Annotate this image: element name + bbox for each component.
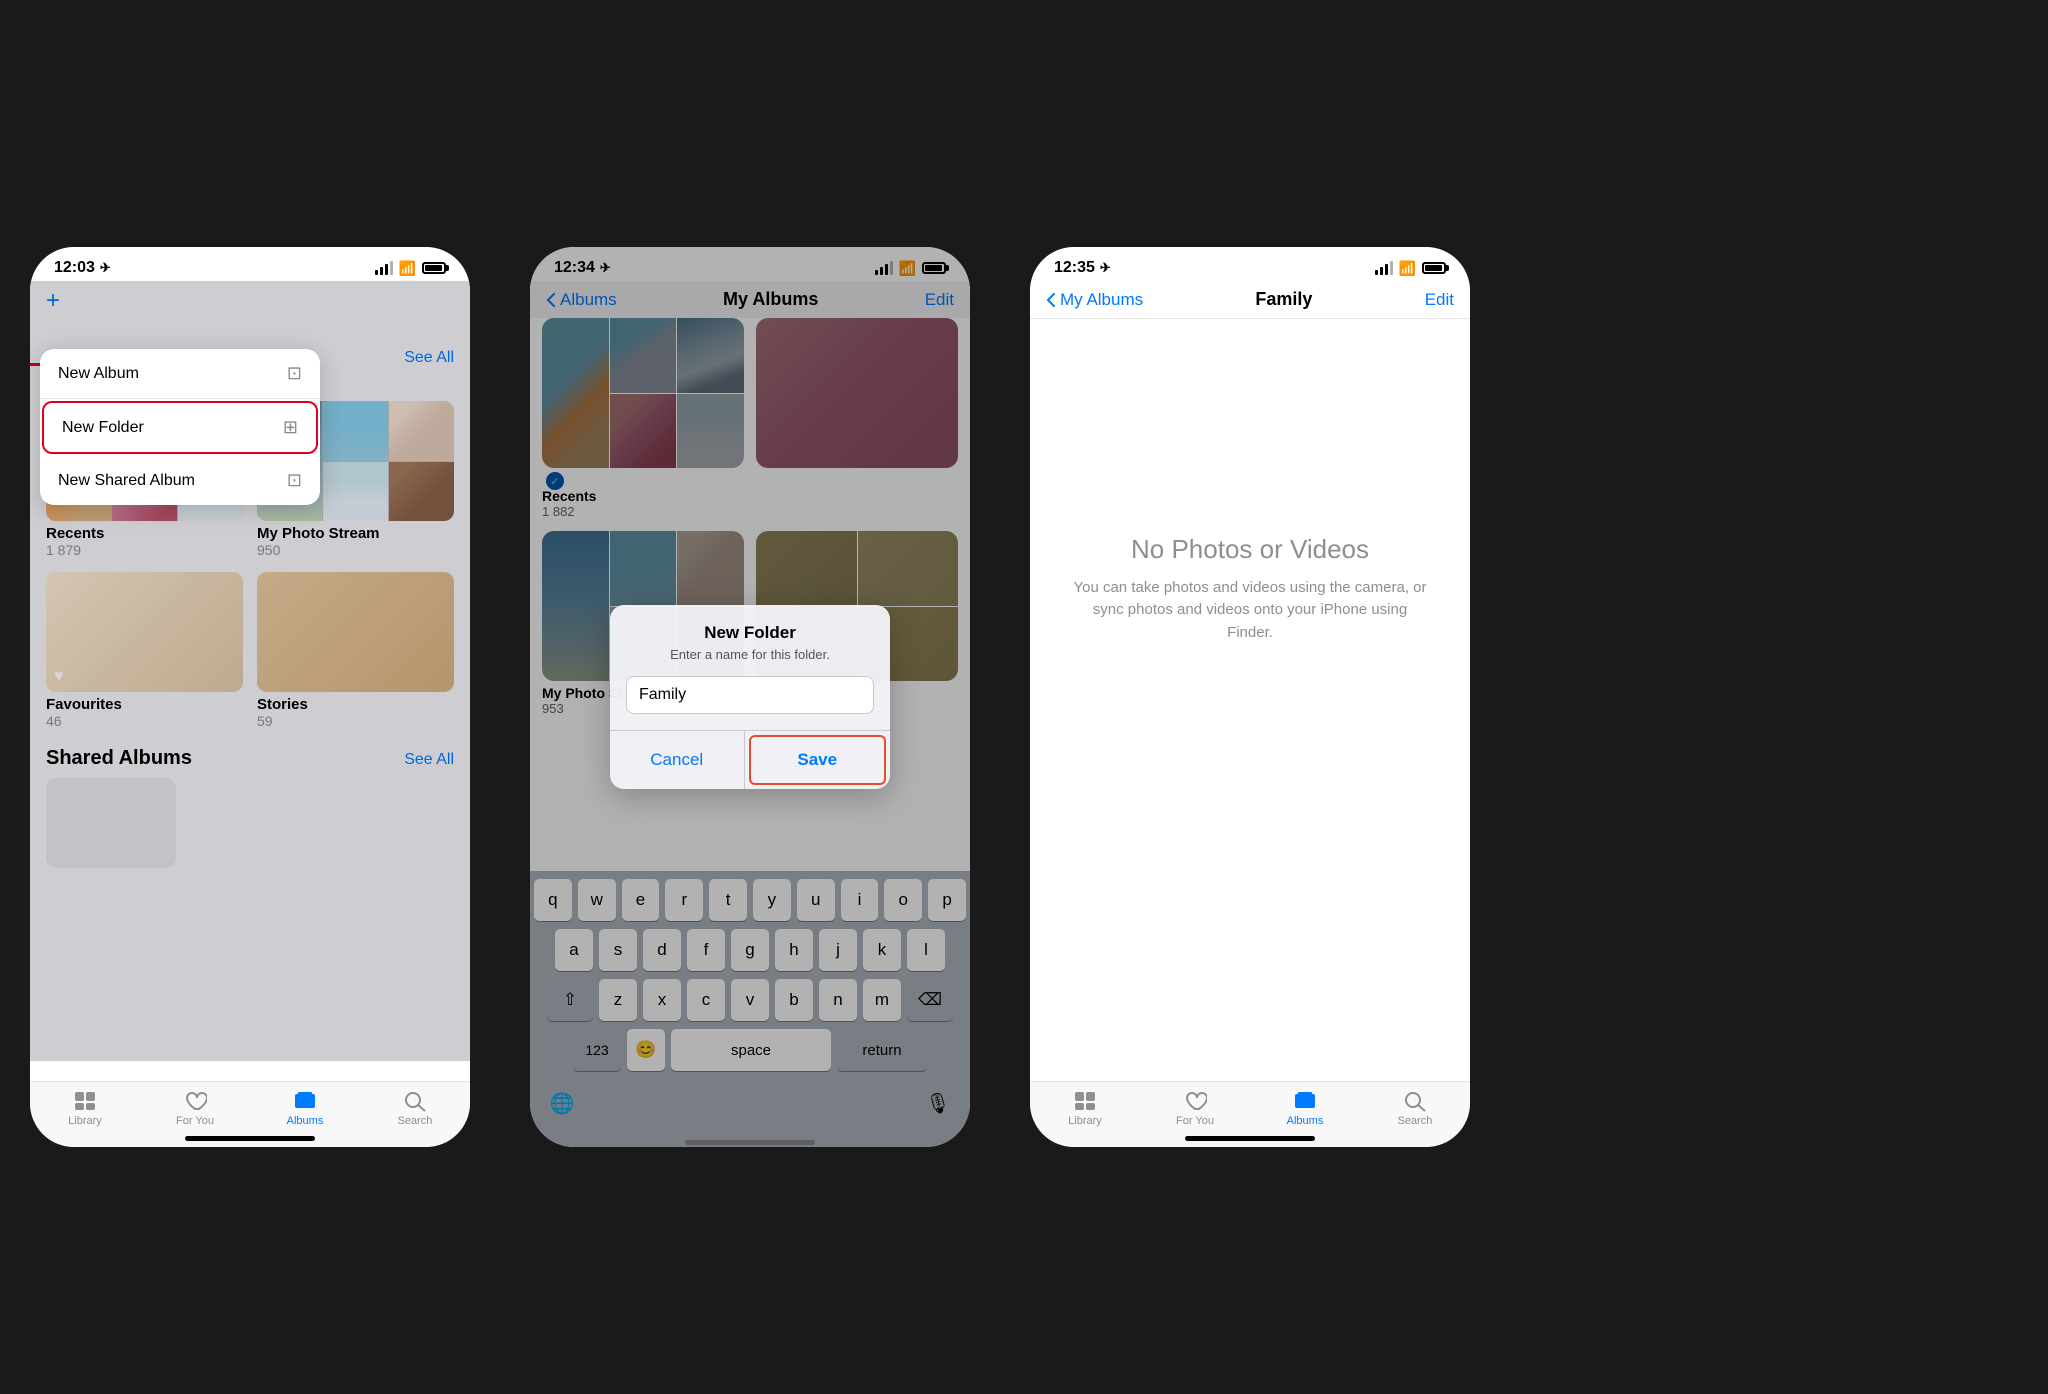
library-icon-3 <box>1073 1090 1097 1112</box>
phone-screen-2: 12:34 ✈ 📶 Albums My Albums Edit <box>530 247 970 1147</box>
modal-header: New Folder Enter a name for this folder. <box>610 605 890 666</box>
album-icon: ⊡ <box>287 363 302 384</box>
tab-library-label-1: Library <box>68 1115 102 1127</box>
tab-foryou-1[interactable]: For You <box>165 1090 225 1127</box>
status-icons-1: 📶 <box>375 260 446 277</box>
folder-name-input[interactable] <box>626 676 874 714</box>
no-photos-title: No Photos or Videos <box>1131 534 1369 565</box>
tab-library-label-3: Library <box>1068 1115 1102 1127</box>
family-nav: My Albums Family Edit <box>1030 281 1470 319</box>
modal-input-wrap <box>610 666 890 730</box>
no-photos-area: No Photos or Videos You can take photos … <box>1030 319 1470 859</box>
tab-library-3[interactable]: Library <box>1055 1090 1115 1127</box>
no-photos-desc: You can take photos and videos using the… <box>1070 577 1430 645</box>
tab-albums-1[interactable]: Albums <box>275 1090 335 1127</box>
tab-library-1[interactable]: Library <box>55 1090 115 1127</box>
signal-icon-3 <box>1375 261 1393 275</box>
tab-albums-label-1: Albums <box>287 1115 324 1127</box>
time-3: 12:35 <box>1054 259 1095 277</box>
wifi-icon-1: 📶 <box>399 260 416 277</box>
dropdown-new-folder[interactable]: New Folder ⊞ <box>42 401 318 454</box>
my-albums-back-btn[interactable]: My Albums <box>1046 290 1143 310</box>
save-button[interactable]: Save <box>749 735 887 785</box>
battery-icon-1 <box>422 262 446 274</box>
modal-buttons: Cancel Save <box>610 730 890 789</box>
dropdown-new-shared-album[interactable]: New Shared Album ⊡ <box>40 456 320 505</box>
phone-screen-3: 12:35 ✈ 📶 My Albums Family Edit <box>1030 247 1470 1147</box>
tab-albums-label-3: Albums <box>1287 1115 1324 1127</box>
location-icon-1: ✈ <box>100 260 111 276</box>
back-chevron-3 <box>1046 292 1056 308</box>
new-shared-album-label: New Shared Album <box>58 472 195 490</box>
tab-foryou-label-1: For You <box>176 1115 214 1127</box>
cancel-button[interactable]: Cancel <box>610 731 745 789</box>
status-bar-3: 12:35 ✈ 📶 <box>1030 247 1470 281</box>
foryou-icon-3 <box>1183 1090 1207 1112</box>
home-indicator-3 <box>1185 1136 1315 1141</box>
search-icon-1 <box>403 1090 427 1112</box>
status-icons-3: 📶 <box>1375 260 1446 277</box>
foryou-icon-1 <box>183 1090 207 1112</box>
modal-title: New Folder <box>630 623 870 643</box>
folder-icon: ⊞ <box>283 417 298 438</box>
library-icon-1 <box>73 1090 97 1112</box>
dropdown-new-album[interactable]: New Album ⊡ <box>40 349 320 399</box>
new-folder-modal: New Folder Enter a name for this folder.… <box>610 605 890 789</box>
new-folder-label: New Folder <box>62 419 144 437</box>
wifi-icon-3: 📶 <box>1399 260 1416 277</box>
time-1: 12:03 <box>54 259 95 277</box>
modal-overlay-2: New Folder Enter a name for this folder.… <box>530 247 970 1147</box>
tab-foryou-3[interactable]: For You <box>1165 1090 1225 1127</box>
signal-icon-1 <box>375 261 393 275</box>
dropdown-menu: New Album ⊡ New Folder ⊞ New Shared Albu… <box>40 349 320 505</box>
status-bar-1: 12:03 ✈ 📶 <box>30 247 470 281</box>
phone-screen-1: 12:03 ✈ 📶 + <box>30 247 470 1147</box>
modal-subtitle: Enter a name for this folder. <box>630 647 870 662</box>
edit-btn-3[interactable]: Edit <box>1425 290 1454 310</box>
tab-foryou-label-3: For You <box>1176 1115 1214 1127</box>
tab-albums-3[interactable]: Albums <box>1275 1090 1335 1127</box>
albums-icon-1 <box>293 1090 317 1112</box>
shared-album-icon: ⊡ <box>287 470 302 491</box>
family-title: Family <box>1255 289 1312 310</box>
tab-search-label-3: Search <box>1398 1115 1433 1127</box>
screen1-content: + New Album ⊡ New Folder ⊞ New Shared <box>30 281 470 1061</box>
albums-icon-3 <box>1293 1090 1317 1112</box>
battery-icon-3 <box>1422 262 1446 274</box>
home-indicator-1 <box>185 1136 315 1141</box>
back-label-3: My Albums <box>1060 290 1143 310</box>
search-icon-3 <box>1403 1090 1427 1112</box>
tab-search-3[interactable]: Search <box>1385 1090 1445 1127</box>
tab-search-1[interactable]: Search <box>385 1090 445 1127</box>
tab-search-label-1: Search <box>398 1115 433 1127</box>
location-icon-3: ✈ <box>1100 260 1111 276</box>
new-album-label: New Album <box>58 365 139 383</box>
